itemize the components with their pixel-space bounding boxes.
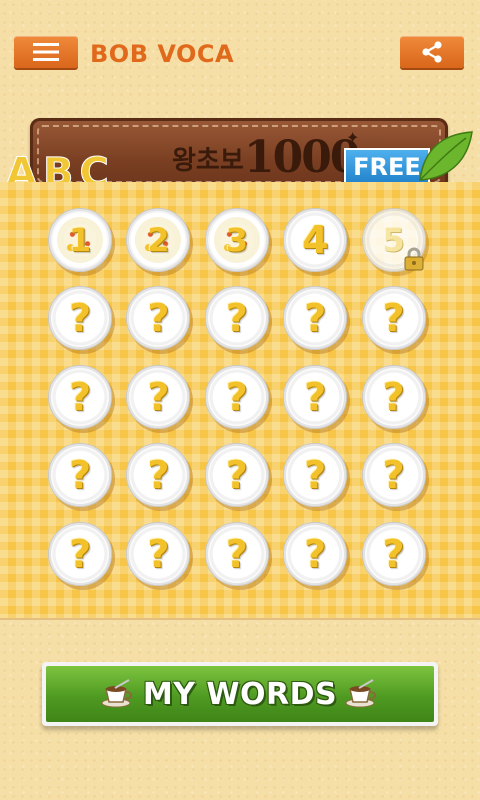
- banner-number: 1000: [244, 132, 360, 183]
- mystery-plate: ?: [204, 443, 269, 508]
- level-label: ?: [382, 374, 405, 419]
- mystery-plate: ?: [283, 443, 348, 508]
- level-cell[interactable]: ?: [201, 518, 279, 596]
- level-label: ?: [382, 453, 405, 498]
- mystery-plate: ?: [361, 443, 426, 508]
- mystery-plate: ?: [283, 364, 348, 429]
- level-cell[interactable]: ?: [201, 439, 279, 517]
- level-label: ?: [304, 296, 327, 341]
- level-cell[interactable]: ?: [122, 282, 200, 360]
- level-cell[interactable]: ?: [44, 282, 122, 360]
- level-cell[interactable]: ?: [358, 439, 436, 517]
- level-cell[interactable]: ?: [358, 361, 436, 439]
- level-board: 1 2 3 4 5????????????????????: [0, 182, 480, 618]
- share-button[interactable]: [400, 36, 464, 68]
- mystery-plate: ?: [126, 286, 191, 351]
- mystery-plate: ?: [361, 286, 426, 351]
- level-cell[interactable]: ?: [201, 282, 279, 360]
- level-cell[interactable]: ?: [279, 518, 357, 596]
- level-cell[interactable]: 3: [201, 204, 279, 282]
- mystery-plate: ?: [361, 521, 426, 586]
- level-label: ?: [382, 296, 405, 341]
- hamburger-menu-icon: [33, 43, 59, 61]
- mystery-plate: ?: [204, 521, 269, 586]
- level-cell[interactable]: ?: [358, 282, 436, 360]
- level-grid: 1 2 3 4 5????????????????????: [44, 204, 436, 596]
- level-label: ?: [382, 531, 405, 576]
- level-plate: 3: [204, 208, 269, 272]
- level-label: ?: [147, 296, 170, 341]
- mystery-plate: ?: [126, 521, 191, 586]
- level-label: ?: [68, 296, 92, 341]
- level-cell[interactable]: ?: [201, 361, 279, 439]
- level-label: ?: [304, 531, 327, 576]
- level-plate: 1: [48, 208, 112, 272]
- level-cell[interactable]: ?: [279, 282, 357, 360]
- level-cell[interactable]: ?: [122, 361, 200, 439]
- level-cell[interactable]: ?: [279, 439, 357, 517]
- level-plate: 2: [126, 208, 191, 272]
- my-words-button-face: MY WORDS: [46, 666, 434, 722]
- coffee-cup-icon: [345, 679, 377, 708]
- level-label: ?: [147, 453, 170, 498]
- level-label: ?: [225, 296, 248, 341]
- level-cell[interactable]: ?: [122, 439, 200, 517]
- level-label: ?: [147, 531, 170, 576]
- level-plate: 4: [283, 208, 348, 272]
- share-icon: [422, 41, 442, 63]
- mystery-plate: ?: [204, 364, 269, 429]
- level-cell[interactable]: 1: [44, 204, 122, 282]
- my-words-button[interactable]: MY WORDS: [42, 662, 438, 726]
- level-label: ?: [304, 374, 327, 419]
- level-label: ?: [225, 453, 248, 498]
- level-cell[interactable]: ?: [358, 518, 436, 596]
- level-label: ?: [68, 531, 92, 576]
- sparkle-icon: ✦: [346, 130, 360, 147]
- my-words-label: MY WORDS: [142, 676, 338, 712]
- mystery-plate: ?: [283, 521, 348, 586]
- bottom-area: MY WORDS: [0, 620, 480, 800]
- level-plate: 5: [361, 208, 426, 272]
- mystery-plate: ?: [361, 364, 426, 429]
- level-cell[interactable]: ?: [44, 518, 122, 596]
- banner-title: 왕초보: [172, 146, 244, 176]
- level-cell[interactable]: ?: [279, 361, 357, 439]
- mystery-plate: ?: [204, 286, 269, 351]
- mystery-plate: ?: [126, 364, 191, 429]
- app-title: BOB VOCA: [90, 40, 235, 68]
- level-label: 4: [301, 218, 329, 262]
- menu-button[interactable]: [14, 36, 78, 68]
- level-label: ?: [304, 453, 327, 498]
- level-label: ?: [225, 374, 248, 419]
- mystery-plate: ?: [283, 286, 348, 351]
- leaf-icon: [419, 131, 473, 181]
- level-cell[interactable]: 5: [358, 204, 436, 282]
- level-label: ?: [147, 374, 170, 419]
- level-label: ?: [68, 453, 92, 498]
- level-cell[interactable]: ?: [122, 518, 200, 596]
- mystery-plate: ?: [48, 443, 112, 508]
- lock-icon: [404, 247, 424, 271]
- mystery-plate: ?: [48, 286, 112, 351]
- level-label: 3: [225, 221, 248, 259]
- mystery-plate: ?: [48, 364, 112, 429]
- level-cell[interactable]: 2: [122, 204, 200, 282]
- mystery-plate: ?: [126, 443, 191, 508]
- level-label: 1: [68, 221, 92, 259]
- level-label: ?: [225, 531, 248, 576]
- top-bar: BOB VOCA: [0, 0, 480, 100]
- level-label: 2: [147, 221, 170, 259]
- level-cell[interactable]: 4: [279, 204, 357, 282]
- title-banner: 왕초보 1000 ✦ FREE ABC: [0, 110, 480, 190]
- coffee-cup-icon: [101, 679, 132, 708]
- level-cell[interactable]: ?: [44, 439, 122, 517]
- level-cell[interactable]: ?: [44, 361, 122, 439]
- mystery-plate: ?: [48, 521, 112, 586]
- level-label: ?: [68, 374, 92, 419]
